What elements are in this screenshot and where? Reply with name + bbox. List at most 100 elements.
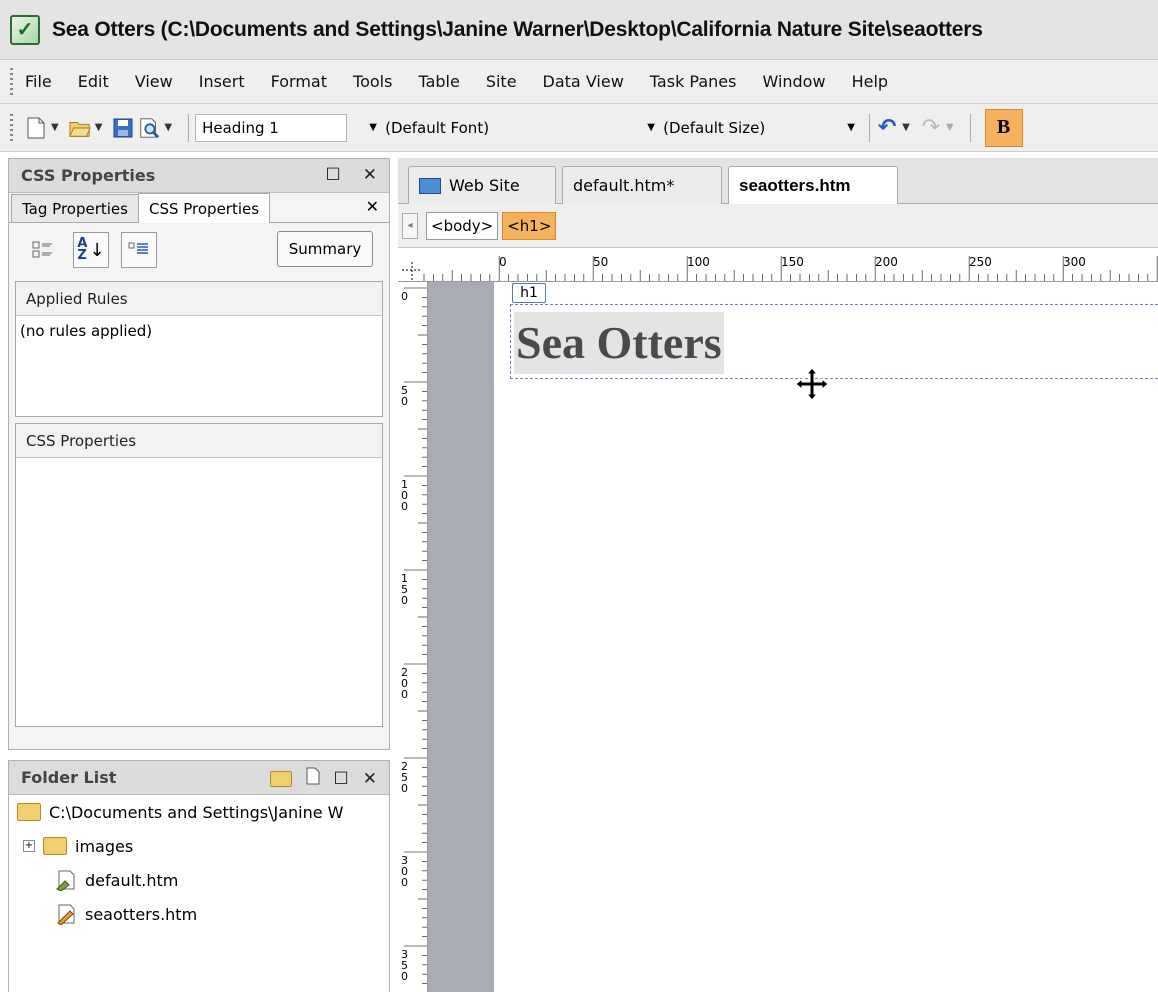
scroll-left-icon[interactable]: ◂ (402, 212, 418, 239)
app-icon: ✓ (10, 14, 40, 45)
toolbar: ▼ ▼ ▼ Heading 1 ▼ (Default Font) ▼ (Defa… (0, 104, 1158, 152)
page-margin (428, 282, 494, 992)
style-combo-arrow-icon[interactable]: ▼ (361, 122, 385, 133)
ruler-label: 0 (401, 500, 408, 513)
menu-grip (10, 67, 13, 96)
undo-icon[interactable]: ↶ (876, 115, 898, 140)
menu-tools[interactable]: Tools (353, 72, 392, 91)
folder-item-label: images (75, 836, 134, 856)
tab-web-site[interactable]: Web Site (408, 166, 556, 204)
crumb-body[interactable]: <body> (426, 211, 499, 240)
home-page-icon (55, 868, 77, 892)
ruler-label: 0 (401, 876, 408, 889)
size-combo-arrow-icon[interactable]: ▼ (839, 122, 863, 133)
folder-list-header: Folder List ☐ ✕ (9, 761, 389, 795)
close-icon[interactable]: ✕ (363, 165, 377, 185)
ruler-origin-icon (402, 262, 422, 280)
menu-edit[interactable]: Edit (78, 72, 109, 91)
menu-task-panes[interactable]: Task Panes (650, 72, 737, 91)
ruler-label: 0 (499, 255, 507, 269)
redo-icon: ↷ (921, 115, 941, 140)
style-combo[interactable]: Heading 1 (195, 113, 348, 142)
applied-rules-empty: (no rules applied) (20, 322, 153, 340)
menu-window[interactable]: Window (762, 72, 825, 91)
show-categorized-icon[interactable] (25, 232, 61, 268)
font-combo-arrow-icon[interactable]: ▼ (639, 122, 663, 133)
folder-item-seaotters[interactable]: seaotters.htm (9, 897, 389, 931)
menu-table[interactable]: Table (418, 72, 459, 91)
menu-site[interactable]: Site (486, 72, 517, 91)
quick-tag-selector: ◂ <body> <h1> (398, 204, 1158, 248)
preview-dropdown-arrow-icon[interactable]: ▼ (164, 122, 172, 133)
applied-rules-header: Applied Rules (16, 282, 382, 316)
style-combo-value: Heading 1 (202, 118, 279, 137)
size-combo-value: (Default Size) (663, 118, 766, 137)
summary-button[interactable]: Summary (277, 231, 373, 267)
folder-maximize-icon[interactable]: ☐ (334, 769, 349, 789)
folder-item-default[interactable]: default.htm (9, 863, 389, 897)
css-properties-section: CSS Properties (15, 423, 383, 727)
ruler-label: 100 (687, 255, 710, 269)
root-folder-icon (17, 803, 41, 821)
menu-data-view[interactable]: Data View (543, 72, 624, 91)
css-panel-header: CSS Properties ☐ ✕ (9, 159, 389, 193)
ruler-label: 0 (401, 970, 408, 983)
tab-web-site-label: Web Site (449, 176, 520, 195)
h1-tag-label[interactable]: h1 (512, 283, 546, 303)
new-page-icon[interactable] (25, 117, 47, 139)
new-dropdown-arrow-icon[interactable]: ▼ (51, 122, 59, 133)
font-combo-value: (Default Font) (385, 118, 490, 137)
move-cursor-icon (794, 366, 830, 402)
menu-view[interactable]: View (135, 72, 173, 91)
open-folder-icon[interactable] (68, 117, 91, 139)
show-set-properties-icon[interactable] (121, 232, 157, 268)
web-site-icon (419, 177, 441, 194)
folder-list-title: Folder List (21, 768, 117, 787)
open-dropdown-arrow-icon[interactable]: ▼ (95, 122, 103, 133)
crumb-h1[interactable]: <h1> (502, 211, 557, 240)
expand-icon[interactable]: + (23, 840, 35, 852)
ruler-label: 300 (1063, 255, 1086, 269)
folder-close-icon[interactable]: ✕ (363, 769, 377, 789)
document-tabs: Web Site default.htm* seaotters.htm (398, 158, 1158, 205)
css-properties-header: CSS Properties (16, 424, 382, 458)
page-edit-icon (55, 902, 77, 926)
toolbar-separator-2 (869, 113, 871, 142)
ruler-label: 0 (401, 782, 408, 795)
horizontal-ruler-ticks: 0 50 100 150 200 250 300 (402, 255, 1158, 281)
folder-item-label: default.htm (85, 870, 179, 890)
save-icon[interactable] (112, 117, 134, 139)
size-combo[interactable]: (Default Size) (663, 114, 839, 142)
undo-dropdown-arrow-icon[interactable]: ▼ (902, 122, 910, 133)
folder-item-images[interactable]: + images (9, 829, 389, 863)
sort-alphabetically-icon[interactable]: A Z ↓ (73, 232, 109, 268)
toolbar-grip (10, 113, 13, 142)
ruler-label: 50 (593, 255, 608, 269)
page-heading[interactable]: Sea Otters (514, 312, 724, 374)
folder-item-label: seaotters.htm (85, 904, 198, 924)
folder-root[interactable]: C:\Documents and Settings\Janine W (9, 795, 389, 829)
new-page-small-icon[interactable] (306, 767, 320, 790)
css-panel-title: CSS Properties (21, 166, 156, 185)
tab-seaotters-htm[interactable]: seaotters.htm (728, 166, 898, 205)
tab-close-icon[interactable]: ✕ (366, 197, 379, 216)
maximize-icon[interactable]: ☐ (326, 165, 341, 185)
bold-button[interactable]: B (984, 108, 1023, 147)
new-folder-icon[interactable] (269, 770, 292, 787)
tab-css-properties[interactable]: CSS Properties (137, 193, 271, 223)
vertical-ruler-ticks: 050100150200250300350 (401, 287, 427, 984)
title-bar: ✓ Sea Otters (C:\Documents and Settings\… (0, 0, 1158, 60)
folder-list-panel: Folder List ☐ ✕ C:\Documents and Setting… (8, 760, 390, 992)
applied-rules-section: Applied Rules (no rules applied) (15, 281, 383, 417)
toolbar-separator (188, 113, 190, 142)
ruler-label: 0 (401, 290, 408, 303)
font-combo[interactable]: (Default Font) (385, 114, 635, 142)
menu-help[interactable]: Help (852, 72, 888, 91)
preview-icon[interactable] (138, 117, 160, 139)
menu-file[interactable]: File (25, 72, 52, 91)
menu-format[interactable]: Format (271, 72, 327, 91)
tab-tag-properties[interactable]: Tag Properties (11, 194, 139, 222)
menu-insert[interactable]: Insert (199, 72, 245, 91)
redo-dropdown-arrow-icon: ▼ (945, 122, 954, 133)
tab-default-htm[interactable]: default.htm* (562, 166, 722, 204)
